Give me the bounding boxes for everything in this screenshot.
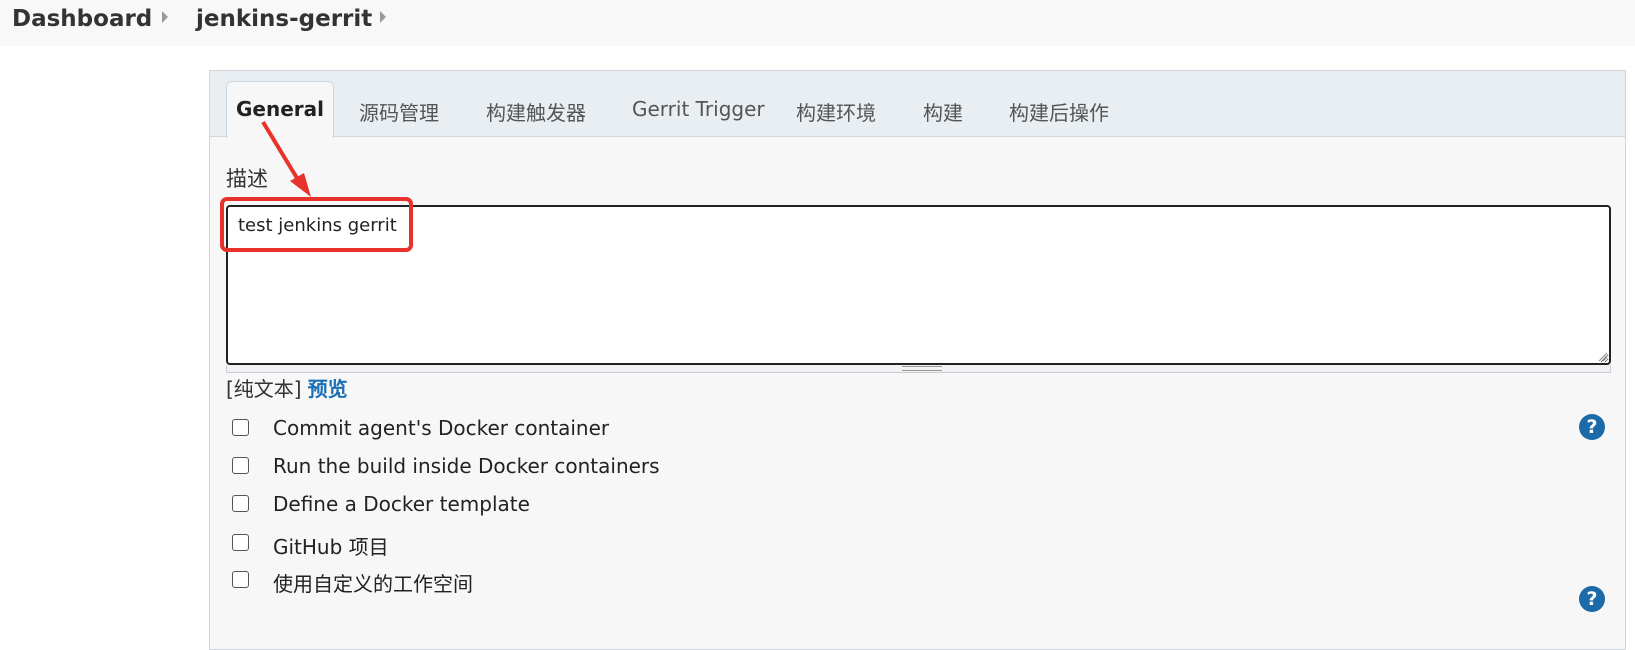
config-tab-strip: General 源码管理 构建触发器 Gerrit Trigger 构建环境 构… xyxy=(210,71,1625,138)
checkbox[interactable] xyxy=(232,495,249,512)
tab-source-management[interactable]: 源码管理 xyxy=(359,97,439,126)
drag-handle-icon[interactable] xyxy=(902,366,942,371)
resize-grip-icon[interactable] xyxy=(1596,350,1608,362)
tab-build-triggers[interactable]: 构建触发器 xyxy=(486,97,586,126)
description-label: 描述 xyxy=(226,167,268,191)
description-field-wrap: test jenkins gerrit xyxy=(226,205,1611,365)
breadcrumb-job-link[interactable]: jenkins-gerrit xyxy=(196,6,372,32)
checkbox[interactable] xyxy=(232,571,249,588)
tab-gerrit-trigger[interactable]: Gerrit Trigger xyxy=(632,97,765,121)
plain-text-label: [纯文本] xyxy=(226,377,302,401)
help-icon[interactable]: ? xyxy=(1579,414,1605,440)
option-label: Run the build inside Docker containers xyxy=(273,454,660,478)
option-label: 使用自定义的工作空间 xyxy=(273,572,473,596)
job-config-panel: General 源码管理 构建触发器 Gerrit Trigger 构建环境 构… xyxy=(209,70,1626,650)
option-label: GitHub 项目 xyxy=(273,535,389,559)
format-switcher: [纯文本] 预览 xyxy=(226,373,348,402)
tab-general[interactable]: General xyxy=(226,81,334,138)
breadcrumb-dashboard-link[interactable]: Dashboard xyxy=(12,6,152,32)
tab-build-environment[interactable]: 构建环境 xyxy=(796,97,876,126)
breadcrumb: Dashboard jenkins-gerrit xyxy=(0,0,1635,46)
checkbox[interactable] xyxy=(232,534,249,551)
option-label: Define a Docker template xyxy=(273,492,530,516)
checkbox[interactable] xyxy=(232,457,249,474)
option-label: Commit agent's Docker container xyxy=(273,416,610,440)
checkbox[interactable] xyxy=(232,419,249,436)
help-icon[interactable]: ? xyxy=(1579,586,1605,612)
breadcrumb-separator-icon[interactable] xyxy=(162,11,168,23)
tab-build[interactable]: 构建 xyxy=(923,97,963,126)
preview-link[interactable]: 预览 xyxy=(308,377,348,401)
textarea-resize-bar[interactable] xyxy=(226,365,1611,373)
breadcrumb-separator-icon[interactable] xyxy=(380,11,386,23)
tab-post-build-actions[interactable]: 构建后操作 xyxy=(1009,97,1109,126)
description-textarea[interactable]: test jenkins gerrit xyxy=(226,205,1611,365)
